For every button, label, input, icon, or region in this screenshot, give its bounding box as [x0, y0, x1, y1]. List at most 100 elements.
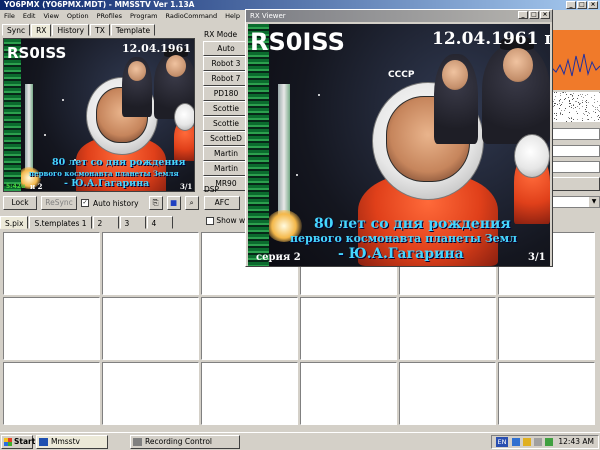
picture-slot[interactable] — [102, 362, 199, 425]
tab-stemplates-4[interactable]: 4 — [146, 216, 173, 229]
menu-file[interactable]: File — [0, 11, 19, 22]
minimize-icon[interactable]: _ — [518, 11, 528, 19]
taskbar-item-recording-control[interactable]: Recording Control — [130, 435, 240, 449]
lock-button[interactable]: Lock — [3, 196, 37, 210]
noise-dot — [592, 105, 593, 106]
picture-slot[interactable] — [399, 297, 496, 360]
rx-mode-panel: RX Mode Auto Robot 3 Robot 7 PD180 Scott… — [201, 30, 249, 191]
picture-slot[interactable] — [102, 232, 199, 295]
picture-slot[interactable] — [3, 362, 100, 425]
menu-option[interactable]: Option — [63, 11, 93, 22]
noise-dot — [597, 116, 598, 117]
rx-viewer-titlebar[interactable]: RX Viewer _ □ × — [246, 10, 552, 22]
close-icon[interactable]: × — [588, 1, 598, 9]
tab-rx[interactable]: RX — [31, 24, 52, 37]
picture-slot[interactable] — [201, 297, 298, 360]
menu-program[interactable]: Program — [126, 11, 161, 22]
afc-button[interactable]: AFC — [204, 196, 240, 210]
noise-dot — [559, 108, 560, 109]
tab-spix[interactable]: S.pix — [0, 216, 29, 229]
mode-pd180-button[interactable]: PD180 — [203, 86, 249, 101]
noise-dot — [593, 111, 594, 112]
show-waterfall-label: Show w — [216, 216, 246, 225]
menu-edit[interactable]: Edit — [19, 11, 40, 22]
maximize-icon[interactable]: □ — [529, 11, 539, 19]
menu-profiles[interactable]: PRofiles — [93, 11, 126, 22]
tray-status-icon[interactable] — [545, 438, 553, 446]
noise-dot — [560, 95, 561, 96]
picture-slot[interactable] — [498, 362, 595, 425]
sstv-image-large: СССР RS0ISS 12.04.1961 г. 80 лет со дня … — [248, 24, 550, 266]
taskbar-item-mmsstv[interactable]: Mmsstv — [36, 435, 108, 449]
noise-dot — [560, 99, 561, 100]
noise-dot — [579, 108, 580, 109]
right-select[interactable]: ▼ — [548, 196, 600, 208]
picture-slot[interactable] — [300, 362, 397, 425]
mode-robot36-button[interactable]: Robot 3 — [203, 56, 249, 71]
right-button[interactable] — [548, 177, 600, 191]
picture-slot[interactable] — [3, 232, 100, 295]
chevron-down-icon[interactable]: ▼ — [589, 197, 599, 207]
noise-dot — [556, 113, 557, 114]
tray-app-icon[interactable] — [523, 438, 531, 446]
noise-dot — [582, 100, 583, 101]
mode-auto-button[interactable]: Auto — [203, 41, 249, 56]
caption-line1: 80 лет со дня рождения — [314, 216, 511, 232]
menu-view[interactable]: View — [39, 11, 62, 22]
color-pic-icon[interactable]: ■ — [166, 196, 181, 210]
tab-stemplates-3[interactable]: 3 — [119, 216, 146, 229]
mode-scottiedx-button[interactable]: ScottieD — [203, 131, 249, 146]
noise-dot — [578, 102, 579, 103]
start-button[interactable]: Start — [1, 435, 35, 449]
right-field-1[interactable] — [548, 128, 600, 140]
speaker-icon[interactable] — [534, 438, 542, 446]
picture-slot[interactable] — [399, 362, 496, 425]
noise-dot — [587, 119, 588, 120]
noise-dot — [560, 113, 561, 114]
minimize-icon[interactable]: _ — [566, 1, 576, 9]
picture-slot[interactable] — [3, 297, 100, 360]
right-field-3[interactable] — [548, 161, 600, 173]
mode-scottie1-button[interactable]: Scottie — [203, 101, 249, 116]
mode-martin1-button[interactable]: Martin — [203, 146, 249, 161]
noise-dot — [577, 119, 578, 120]
mode-martin2-button[interactable]: Martin — [203, 161, 249, 176]
mode-scottie2-button[interactable]: Scottie — [203, 116, 249, 131]
tab-history[interactable]: History — [52, 24, 90, 36]
noise-dot — [555, 103, 556, 104]
noise-dot — [587, 115, 588, 116]
noise-dot — [569, 100, 570, 101]
noise-dot — [594, 99, 595, 100]
second-helmet — [514, 134, 550, 178]
close-icon[interactable]: × — [540, 11, 550, 19]
noise-dot — [585, 95, 586, 96]
tab-template[interactable]: Template — [110, 24, 156, 36]
rx-viewer-window: RX Viewer _ □ × СССР RS0ISS 12.04.1961 г… — [245, 9, 553, 267]
tab-stemplates-1[interactable]: S.templates 1 — [29, 216, 92, 229]
menu-radiocommand[interactable]: RadioCommand — [161, 11, 221, 22]
noise-dot — [560, 105, 561, 106]
language-indicator[interactable]: EN — [496, 437, 508, 447]
maximize-icon[interactable]: □ — [577, 1, 587, 9]
save-pic-icon[interactable]: ⎘ — [148, 196, 163, 210]
tab-sync[interactable]: Sync — [2, 24, 31, 36]
resync-button[interactable]: ReSync — [41, 196, 77, 210]
spectrum-trace — [548, 53, 600, 77]
show-waterfall-checkbox[interactable] — [206, 217, 214, 225]
clock[interactable]: 12:43 AM — [558, 436, 594, 448]
auto-history-checkbox[interactable]: ✓ — [81, 199, 89, 207]
mode-robot72-button[interactable]: Robot 7 — [203, 71, 249, 86]
noise-dot — [583, 113, 584, 114]
picture-slot[interactable] — [201, 362, 298, 425]
tab-tx[interactable]: TX — [90, 24, 110, 36]
green-sync-stripe — [248, 24, 270, 266]
picture-slot[interactable] — [300, 297, 397, 360]
zoom-icon[interactable]: ⌕ — [184, 196, 199, 210]
right-field-2[interactable] — [548, 145, 600, 157]
tab-stemplates-2[interactable]: 2 — [92, 216, 119, 229]
picture-slot[interactable] — [498, 297, 595, 360]
menu-help[interactable]: Help — [221, 11, 244, 22]
picture-slot[interactable] — [102, 297, 199, 360]
network-icon[interactable] — [512, 438, 520, 446]
caption-line1: 80 лет со дня рождения — [52, 157, 186, 168]
